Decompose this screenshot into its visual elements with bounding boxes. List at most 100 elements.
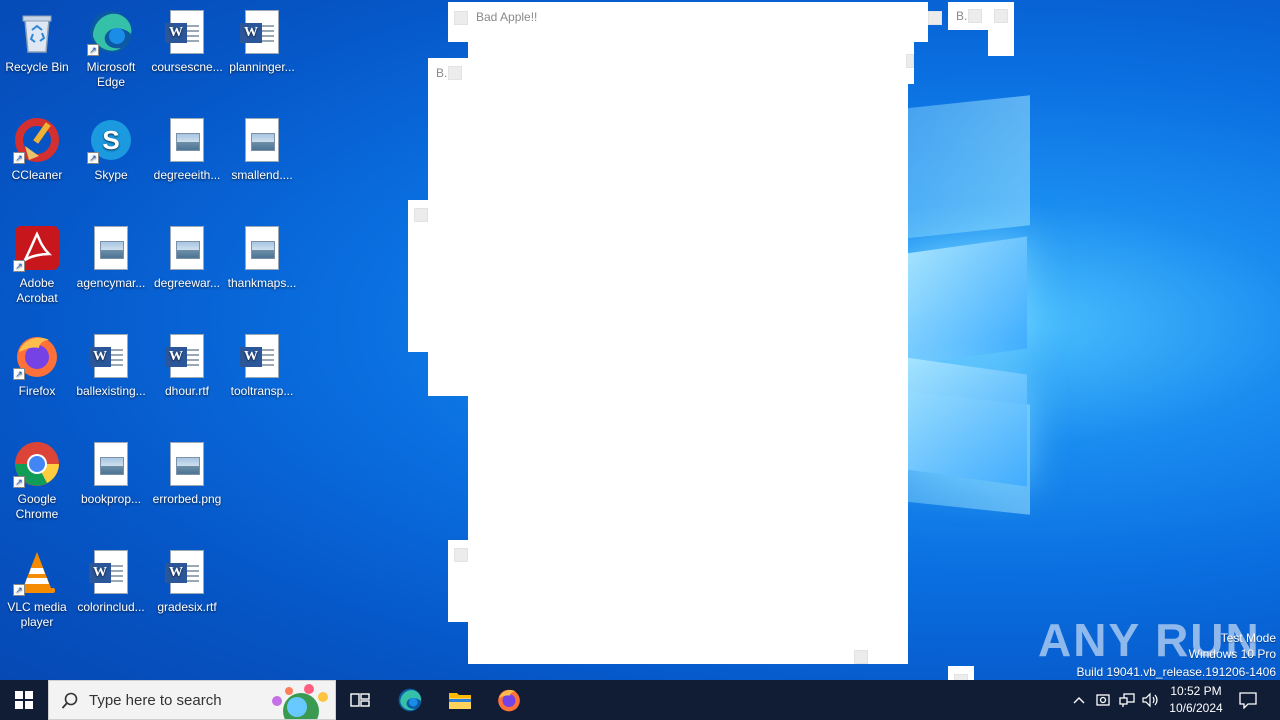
- window-icon: [454, 11, 468, 25]
- desktop-icon-label: colorinclud...: [77, 600, 145, 614]
- chevron-up-icon: [1073, 697, 1085, 704]
- desktop-icon-vlc[interactable]: ↗ VLC media player: [0, 548, 74, 630]
- desktop-icon-label: Firefox: [18, 384, 56, 398]
- desktop-icon-label: dhour.rtf: [164, 384, 210, 398]
- network-icon: [1119, 693, 1135, 707]
- image-file-icon: [163, 440, 211, 488]
- tray-meet-now-button[interactable]: [1092, 680, 1114, 720]
- desktop-icon-label: Recycle Bin: [5, 60, 69, 74]
- recycle-bin-icon: [13, 8, 61, 56]
- desktop-icon-word-file[interactable]: W ballexisting...: [74, 332, 148, 399]
- adobe-acrobat-icon: ↗: [13, 224, 61, 272]
- search-placeholder: Type here to search: [89, 692, 222, 709]
- bad-apple-window-strip[interactable]: [906, 42, 914, 84]
- desktop-icon-firefox[interactable]: ↗ Firefox: [0, 332, 74, 399]
- bad-apple-window-lower-left[interactable]: [448, 540, 470, 622]
- firefox-icon: ↗: [13, 332, 61, 380]
- desktop-icon-label: Adobe Acrobat: [16, 276, 58, 305]
- notification-icon: [1239, 692, 1257, 709]
- image-file-icon: [238, 224, 286, 272]
- start-button[interactable]: [0, 680, 48, 720]
- desktop-icon-label: thankmaps...: [227, 276, 297, 290]
- folder-icon: [449, 693, 471, 709]
- clock-date: 10/6/2024: [1169, 701, 1223, 715]
- bad-apple-window-body[interactable]: [468, 42, 908, 664]
- desktop-icon-image-file[interactable]: bookprop...: [74, 440, 148, 507]
- skype-icon: S ↗: [87, 116, 135, 164]
- bad-apple-window-left[interactable]: B.: [428, 58, 468, 396]
- clock-time: 10:52 PM: [1170, 684, 1222, 698]
- desktop-icon-word-file[interactable]: W dhour.rtf: [150, 332, 224, 399]
- desktop-icon-word-file[interactable]: W planninger...: [225, 8, 299, 75]
- google-chrome-icon: ↗: [13, 440, 61, 488]
- desktop-icon-label: ballexisting...: [76, 384, 146, 398]
- desktop-icon-word-file[interactable]: W tooltransp...: [225, 332, 299, 399]
- taskbar-edge-button[interactable]: [390, 680, 430, 720]
- word-document-icon: W: [163, 332, 211, 380]
- window-close-button[interactable]: [968, 9, 982, 23]
- speaker-icon: [1142, 692, 1158, 708]
- taskbar-clock[interactable]: 10:52 PM 10/6/2024: [1164, 683, 1228, 717]
- taskbar-firefox-button[interactable]: [488, 680, 530, 720]
- window-icon: [906, 54, 914, 68]
- desktop-icon-google-chrome[interactable]: ↗ Google Chrome: [0, 440, 74, 522]
- window-close-button[interactable]: [448, 66, 462, 80]
- shortcut-arrow-icon: ↗: [87, 44, 99, 56]
- word-document-icon: W: [87, 332, 135, 380]
- desktop-icon-skype[interactable]: S ↗ Skype: [74, 116, 148, 183]
- search-highlight-globe-icon: [272, 684, 328, 719]
- desktop-icon-word-file[interactable]: W coursescne...: [150, 8, 224, 75]
- shortcut-arrow-icon: ↗: [87, 152, 99, 164]
- taskbar-file-explorer-button[interactable]: [440, 680, 480, 720]
- window-close-button[interactable]: [994, 9, 1008, 23]
- tray-network-button[interactable]: [1116, 680, 1138, 720]
- desktop-icon-image-file[interactable]: agencymar...: [74, 224, 148, 291]
- shortcut-arrow-icon: ↗: [13, 584, 25, 596]
- bad-apple-window-small-a[interactable]: B.: [948, 2, 988, 30]
- word-document-icon: W: [163, 548, 211, 596]
- window-icon: [414, 208, 428, 222]
- windows-logo-pane-bottom: [905, 357, 1027, 487]
- windows-logo-pane-top: [905, 236, 1027, 366]
- desktop-icon-label: Skype: [94, 168, 128, 182]
- task-view-button[interactable]: [340, 680, 380, 720]
- desktop-icon-image-file[interactable]: smallend....: [225, 116, 299, 183]
- taskbar: Type here to search 10:52 PM 10/6/2024: [0, 680, 1280, 720]
- word-document-icon: W: [163, 8, 211, 56]
- taskbar-search-box[interactable]: Type here to search: [48, 680, 336, 720]
- desktop-icon-recycle-bin[interactable]: Recycle Bin: [0, 8, 74, 75]
- desktop-icon-label: tooltransp...: [230, 384, 294, 398]
- image-file-icon: [163, 116, 211, 164]
- show-hidden-icons-button[interactable]: [1068, 680, 1090, 720]
- bad-apple-window-bottom[interactable]: [848, 650, 874, 664]
- image-file-icon: [238, 116, 286, 164]
- window-title: B.: [956, 9, 968, 23]
- image-file-icon: [163, 224, 211, 272]
- window-close-button[interactable]: [928, 11, 942, 25]
- bad-apple-window-main[interactable]: Bad Apple!!: [448, 2, 942, 42]
- desktop-icon-label: degreeeith...: [153, 168, 221, 182]
- desktop-icon-microsoft-edge[interactable]: ↗ Microsoft Edge: [74, 8, 148, 90]
- image-file-icon: [87, 224, 135, 272]
- desktop-icon-label: degreewar...: [153, 276, 221, 290]
- desktop-icon-word-file[interactable]: W colorinclud...: [74, 548, 148, 615]
- task-view-icon: [350, 693, 370, 707]
- desktop-icon-image-file[interactable]: degreewar...: [150, 224, 224, 291]
- desktop-icon-image-file[interactable]: errorbed.png: [150, 440, 224, 507]
- bad-apple-window-small-b[interactable]: [988, 2, 1014, 56]
- build-text: Build 19041.vb_release.191206-1406: [1076, 665, 1277, 679]
- window-title: B.: [436, 66, 448, 80]
- shortcut-arrow-icon: ↗: [13, 152, 25, 164]
- desktop-icon-ccleaner[interactable]: ↗ CCleaner: [0, 116, 74, 183]
- shortcut-arrow-icon: ↗: [13, 476, 25, 488]
- desktop-icon-image-file[interactable]: thankmaps...: [225, 224, 299, 291]
- svg-text:S: S: [102, 125, 119, 155]
- tray-volume-button[interactable]: [1140, 680, 1162, 720]
- firefox-icon: [498, 689, 520, 712]
- edge-icon: [398, 688, 422, 712]
- desktop-icon-adobe-acrobat[interactable]: ↗ Adobe Acrobat: [0, 224, 74, 306]
- desktop-icon-word-file[interactable]: W gradesix.rtf: [150, 548, 224, 615]
- bad-apple-window-left-edge[interactable]: [408, 200, 430, 352]
- desktop-icon-image-file[interactable]: degreeeith...: [150, 116, 224, 183]
- action-center-button[interactable]: [1234, 680, 1262, 720]
